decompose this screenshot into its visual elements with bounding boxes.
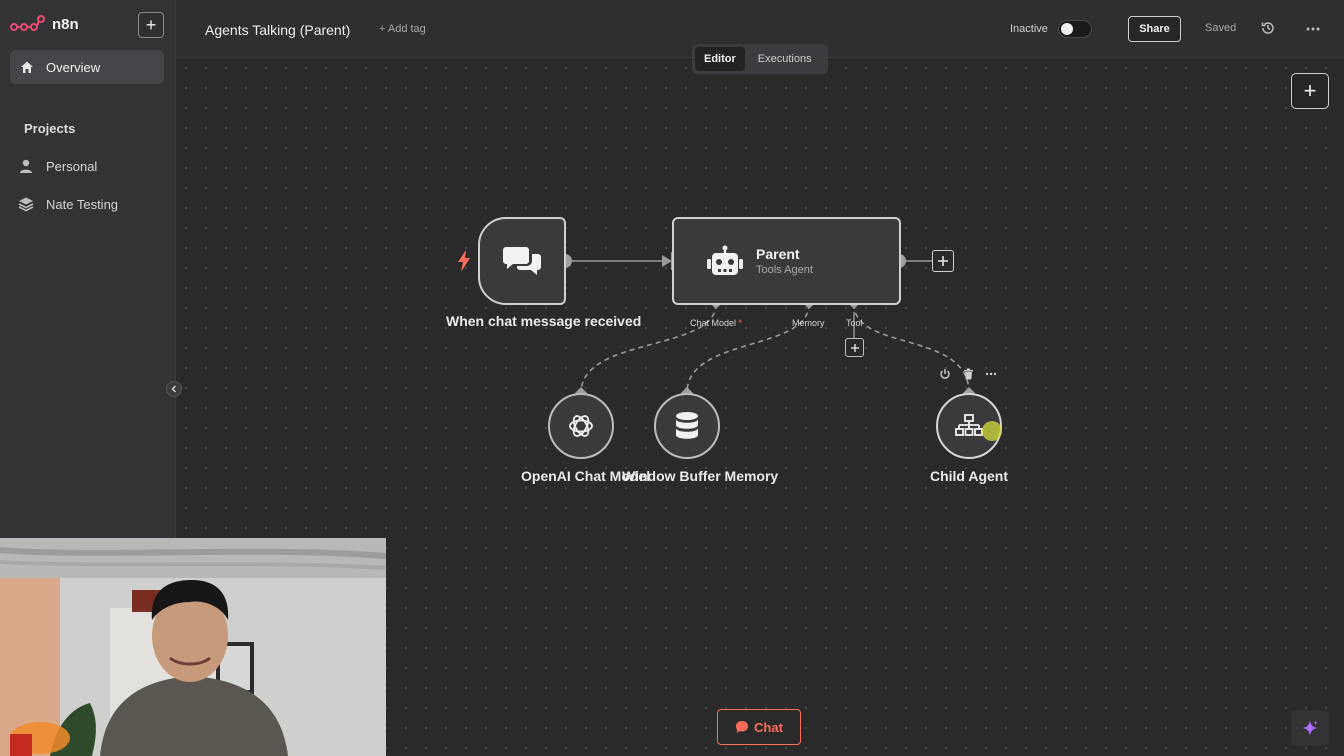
- create-button[interactable]: +: [138, 12, 164, 38]
- share-button[interactable]: Share: [1128, 16, 1181, 42]
- chat-button[interactable]: Chat: [717, 709, 801, 745]
- child-agent-node[interactable]: [936, 393, 1002, 459]
- node-more-button[interactable]: [984, 367, 998, 381]
- sidebar-item-label: Nate Testing: [46, 196, 119, 212]
- tab-executions[interactable]: Executions: [749, 47, 821, 71]
- tab-editor[interactable]: Editor: [695, 47, 745, 71]
- more-options-icon[interactable]: [1304, 20, 1322, 38]
- power-icon: [940, 369, 950, 379]
- plus-icon: [938, 256, 948, 266]
- add-tag-link[interactable]: + Add tag: [379, 23, 426, 35]
- cursor-highlight: [982, 421, 1002, 441]
- sidebar-item-label: Overview: [46, 59, 101, 75]
- child-agent-node-label: Child Agent: [929, 468, 1009, 484]
- n8n-logo-icon: [10, 15, 45, 31]
- more-options-icon: [985, 372, 997, 376]
- chat-trigger-node[interactable]: [478, 217, 566, 305]
- database-icon: [676, 412, 698, 439]
- webcam-video-frame: [0, 538, 386, 756]
- toggle-knob: [1061, 23, 1073, 35]
- node-toolbar: [938, 367, 998, 381]
- saved-status: Saved: [1205, 22, 1237, 34]
- sidebar-item-overview[interactable]: Overview: [10, 50, 164, 84]
- projects-heading: Projects: [24, 121, 76, 136]
- user-icon: [20, 159, 32, 173]
- openai-icon: [569, 415, 593, 437]
- view-tabs: Editor Executions: [692, 44, 828, 74]
- add-next-node-button[interactable]: [932, 250, 954, 272]
- active-toggle[interactable]: [1058, 20, 1092, 38]
- openai-chat-model-node[interactable]: [548, 393, 614, 459]
- app-logo[interactable]: n8n: [10, 14, 79, 34]
- chat-button-label: Chat: [754, 719, 783, 735]
- workflow-title[interactable]: Agents Talking (Parent): [205, 22, 350, 38]
- tool-port-label: Tool: [846, 318, 863, 328]
- agent-node-title: Parent: [756, 246, 800, 262]
- chat-bubbles-icon: [503, 247, 541, 275]
- lightning-bolt-icon: [458, 250, 470, 272]
- add-node-button[interactable]: +: [1291, 73, 1329, 109]
- collapse-sidebar-button[interactable]: [166, 381, 182, 397]
- robot-icon: [707, 245, 743, 275]
- memory-port-label: Memory: [792, 318, 825, 328]
- sitemap-icon: [955, 414, 983, 436]
- sidebar-item-label: Personal: [46, 158, 98, 174]
- ai-assistant-button[interactable]: [1291, 710, 1329, 746]
- sparkle-icon: [1302, 720, 1318, 736]
- home-icon: [21, 61, 33, 73]
- memory-node-label: Window Buffer Memory: [622, 468, 779, 484]
- parent-agent-node[interactable]: Parent Tools Agent: [672, 217, 901, 305]
- chevron-left-icon: [171, 385, 177, 393]
- trash-icon: [963, 368, 973, 380]
- window-buffer-memory-node[interactable]: [654, 393, 720, 459]
- sidebar-item-personal[interactable]: Personal: [18, 158, 97, 174]
- webcam-overlay: [0, 538, 386, 756]
- delete-node-button[interactable]: [961, 367, 975, 381]
- agent-node-text: Parent Tools Agent: [756, 246, 813, 276]
- plus-icon: [850, 343, 859, 352]
- agent-node-subtitle: Tools Agent: [756, 264, 813, 276]
- app-name: n8n: [52, 15, 79, 33]
- sidebar-item-nate-testing[interactable]: Nate Testing: [18, 196, 118, 212]
- deactivate-node-button[interactable]: [938, 367, 952, 381]
- layers-icon: [18, 197, 34, 212]
- history-icon[interactable]: [1260, 20, 1276, 36]
- active-status-label: Inactive: [1010, 23, 1048, 35]
- add-tool-button[interactable]: [845, 338, 864, 357]
- chat-bubble-icon: [736, 721, 749, 733]
- trigger-node-label: When chat message received: [446, 313, 642, 329]
- chat-model-port-label: Chat Model *: [690, 318, 743, 328]
